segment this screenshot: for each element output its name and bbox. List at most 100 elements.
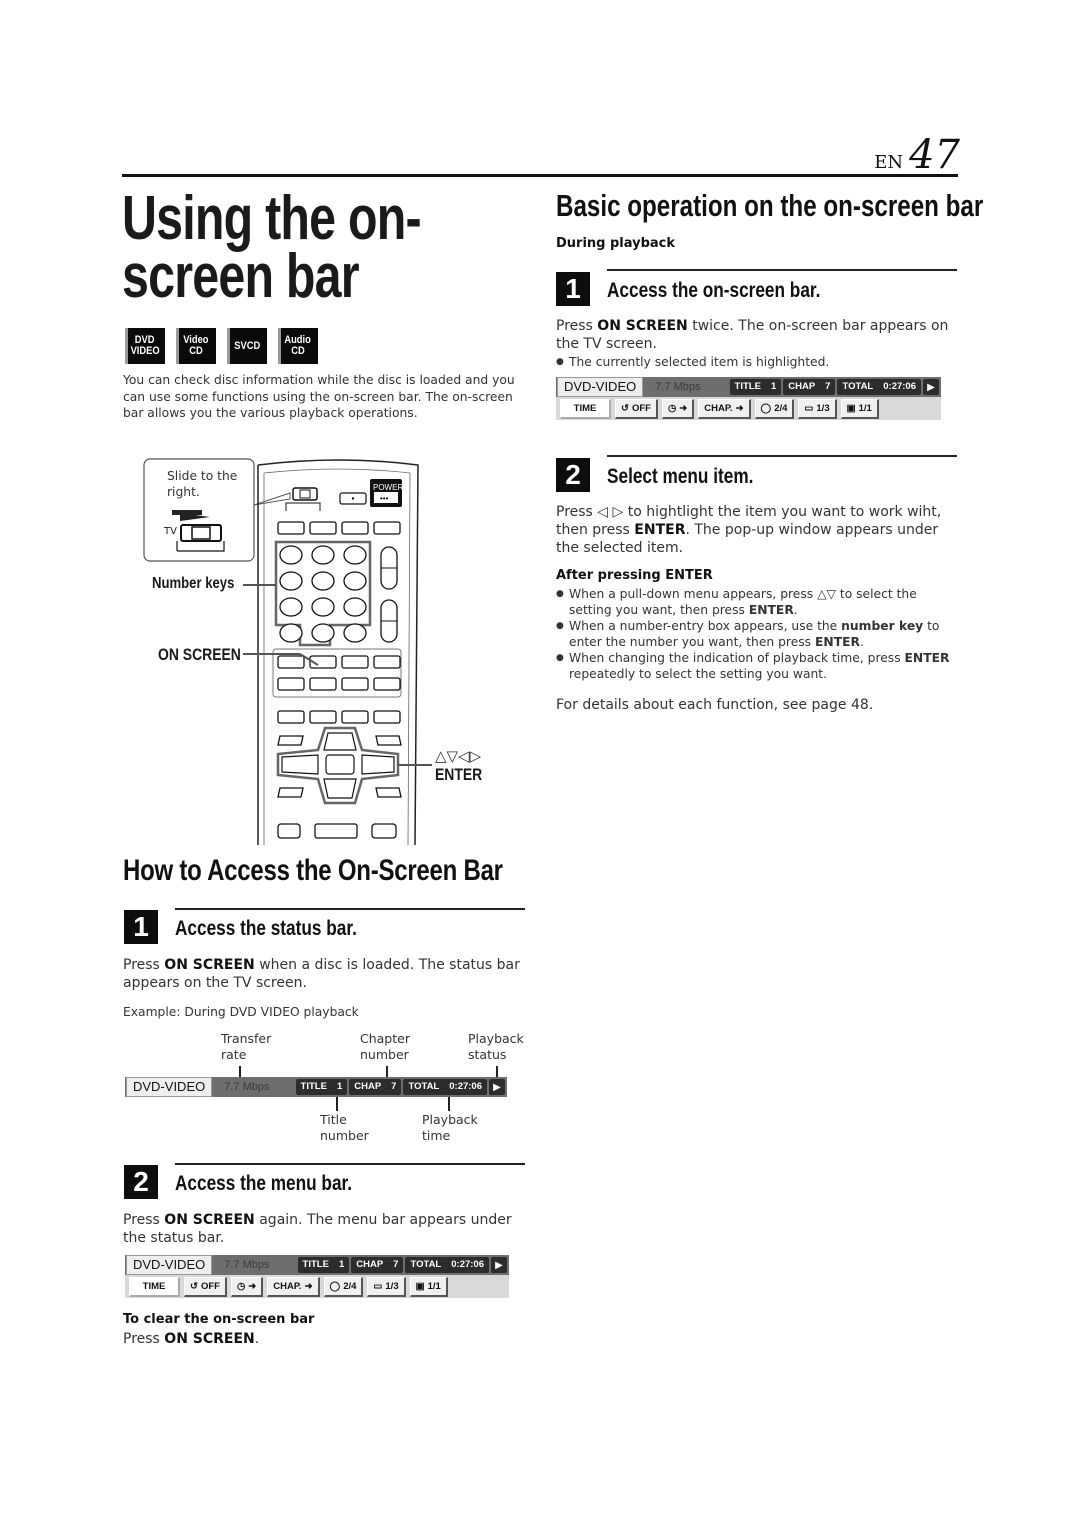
intro-text: You can check disc information while the… [123, 373, 515, 420]
osd-title: TITLE 1 [729, 379, 782, 395]
osd-label: TITLE [300, 1081, 327, 1092]
page-title: Using the on- screen bar [122, 188, 422, 308]
osd-subtitle-button[interactable]: ▭ 1/3 [367, 1276, 406, 1297]
osd-subtitle-value: 1/3 [385, 1280, 399, 1292]
osd-angle-button[interactable]: ▣ 1/1 [409, 1276, 448, 1297]
osd-value: 0:27:06 [451, 1259, 484, 1270]
osd-repeat-button[interactable]: ↺ OFF [615, 398, 658, 419]
osd-label: CHAP [788, 381, 816, 392]
onscreen-bar-example: DVD-VIDEO 7.7 Mbps TITLE 1 CHAP 7 TOTAL 0:2… [556, 377, 941, 420]
step-rule [607, 455, 957, 457]
status-bar-example: DVD-VIDEO 7.7 Mbps TITLE 1 CHAP 7 TOTAL 0:2… [125, 1077, 507, 1097]
text: When a pull-down menu appears, press △▽ … [569, 587, 917, 617]
basic-step-1-text: Press ON SCREEN twice. The on-screen bar… [556, 317, 956, 353]
keyword: ENTER [815, 635, 860, 649]
text: . [254, 1331, 260, 1347]
osd-audio-button[interactable]: ◯ 2/4 [754, 398, 795, 419]
osd-time-button[interactable]: TIME [560, 398, 611, 419]
osd-label: TOTAL [842, 381, 874, 392]
osd-audio-value: 2/4 [774, 402, 788, 414]
callout-playback-status: Playback status [468, 1031, 524, 1062]
badge-text: CD [291, 345, 305, 357]
osd-transfer-rate: 7.7 Mbps [655, 381, 701, 393]
osd-value: 7 [825, 381, 831, 392]
basic-op-heading: Basic operation on the on-screen bar [556, 188, 984, 223]
audio-icon: ◯ [329, 1280, 341, 1292]
repeat-icon: ↺ [621, 402, 629, 414]
badge-audio-cd: Audio CD [278, 328, 318, 364]
step-2-text: Press ON SCREEN again. The menu bar appe… [123, 1211, 525, 1247]
callout-transfer-rate: Transfer rate [221, 1031, 272, 1062]
osd-chapter-search-button[interactable]: CHAP. ➜ [267, 1276, 320, 1297]
step-title: Select menu item. [607, 465, 754, 488]
clear-text: Press ON SCREEN. [123, 1330, 259, 1348]
osd-chapter: CHAP 7 [783, 379, 836, 395]
basic-step-2-text: Press ◁ ▷ to hightlight the item you wan… [556, 503, 956, 557]
badge-svcd: SVCD [227, 328, 267, 364]
osd-repeat-value: OFF [200, 1280, 220, 1292]
callout-line [336, 1097, 338, 1111]
osd-transfer-rate: 7.7 Mbps [224, 1081, 270, 1093]
osd-label: CHAP [356, 1259, 384, 1270]
bullet-item: When changing the indication of playback… [556, 650, 956, 682]
arrow-right-icon: ➜ [735, 402, 744, 414]
osd-chapter-search-button[interactable]: CHAP. ➜ [698, 398, 751, 419]
arrow-right-icon: ➜ [248, 1280, 257, 1292]
osd-status-row: DVD-VIDEO 7.7 Mbps TITLE 1 CHAP 7 TOTAL 0:2… [125, 1255, 509, 1275]
play-icon: ▶ [491, 1257, 507, 1273]
text: When changing the indication of playback… [569, 651, 905, 665]
text: . [859, 635, 864, 649]
text: Press [556, 318, 598, 334]
osd-audio-button[interactable]: ◯ 2/4 [323, 1276, 364, 1297]
subtitle-icon: ▭ [804, 402, 814, 414]
clock-icon: ◷ [236, 1280, 246, 1292]
repeat-icon: ↺ [190, 1280, 198, 1292]
osd-audio-value: 2/4 [343, 1280, 357, 1292]
on-screen-label: ON SCREEN [158, 645, 241, 664]
osd-title: TITLE 1 [295, 1079, 348, 1095]
arrow-right-icon: ➜ [304, 1280, 313, 1292]
step-rule [175, 1163, 525, 1165]
osd-repeat-button[interactable]: ↺ OFF [184, 1276, 227, 1297]
osd-status-row: DVD-VIDEO 7.7 Mbps TITLE 1 CHAP 7 TOTAL 0:2… [125, 1077, 507, 1097]
osd-chapter: CHAP 7 [351, 1257, 404, 1273]
osd-angle-value: 1/1 [858, 402, 872, 414]
step-number-1: 1 [124, 910, 158, 944]
callout-chapter-number: Chapter number [360, 1031, 410, 1062]
callout-playback-time: Playback time [422, 1112, 478, 1143]
clock-icon: ◷ [667, 402, 677, 414]
after-enter-bullets: When a pull-down menu appears, press △▽ … [556, 586, 956, 682]
number-keys-label: Number keys [152, 575, 235, 592]
callout-title-number: Title number [320, 1112, 369, 1143]
osd-value: 7 [393, 1259, 399, 1270]
osd-time-search-button[interactable]: ◷ ➜ [230, 1276, 264, 1297]
disc-badges: DVD VIDEO Video CD SVCD Audio CD [125, 328, 318, 364]
badge-text: SVCD [234, 339, 260, 352]
clear-heading: To clear the on-screen bar [123, 1312, 315, 1327]
step-1-text: Press ON SCREEN when a disc is loaded. T… [123, 956, 525, 992]
osd-angle-button[interactable]: ▣ 1/1 [840, 398, 879, 419]
keyword: ON SCREEN [164, 957, 255, 973]
slide-callout: Slide to the right. [167, 469, 238, 499]
osd-label: TITLE [734, 381, 761, 392]
osd-time-button[interactable]: TIME [129, 1276, 180, 1297]
osd-menu-row: TIME ↺ OFF ◷ ➜ CHAP. ➜ ◯ 2/4 ▭ 1/3 ▣ 1/1 [125, 1275, 509, 1298]
osd-disc-type: DVD-VIDEO [126, 1077, 213, 1097]
osd-subtitle-button[interactable]: ▭ 1/3 [798, 398, 837, 419]
osd-value: 1 [336, 1081, 343, 1092]
osd-time-search-button[interactable]: ◷ ➜ [661, 398, 695, 419]
bullet-item: When a pull-down menu appears, press △▽ … [556, 586, 956, 618]
bullet-item: The currently selected item is highlight… [556, 354, 956, 370]
osd-disc-type: DVD-VIDEO [126, 1255, 213, 1275]
remote-illustration: POWER ••• Slide to the right. TV Number … [140, 455, 520, 846]
bullet-item: When a number-entry box appears, use the… [556, 618, 956, 650]
during-playback-label: During playback [556, 236, 676, 251]
text: Press [123, 1331, 165, 1347]
osd-total: TOTAL 0:27:06 [837, 379, 921, 395]
osd-chapter: CHAP 7 [349, 1079, 402, 1095]
power-label: POWER [373, 483, 403, 492]
osd-chap-label: CHAP. [704, 402, 733, 414]
menu-bar-example: DVD-VIDEO 7.7 Mbps TITLE 1 CHAP 7 TOTAL 0:2… [125, 1255, 509, 1298]
keyword: ON SCREEN [597, 318, 688, 334]
step-number-2: 2 [124, 1165, 158, 1199]
